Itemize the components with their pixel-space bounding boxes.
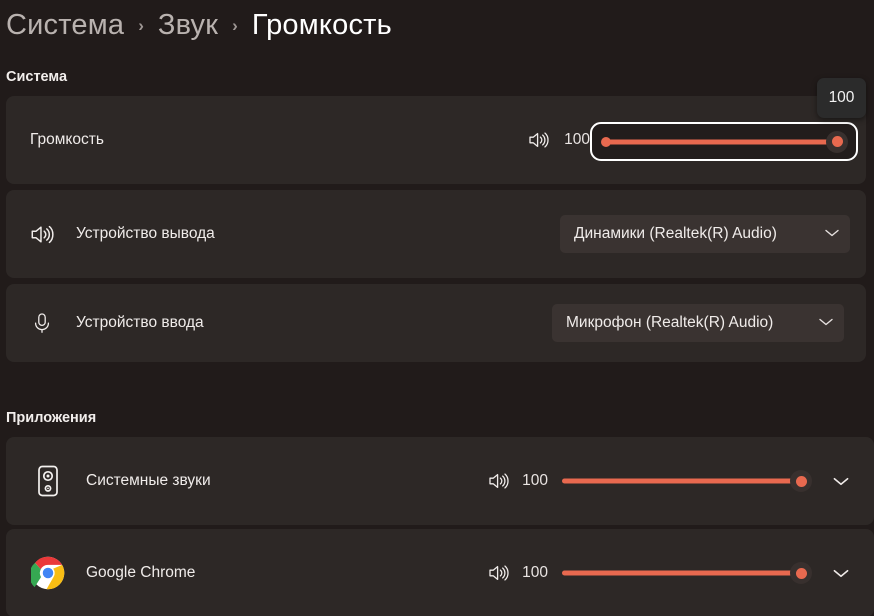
app-name-google-chrome: Google Chrome (86, 564, 196, 581)
volume-slider-start-cap (601, 136, 611, 147)
chevron-down-icon[interactable] (830, 470, 852, 492)
input-device-dropdown[interactable]: Микрофон (Realtek(R) Audio) (552, 304, 844, 342)
volume-tooltip-badge: 100 (817, 78, 866, 118)
input-device-label: Устройство ввода (76, 314, 204, 331)
input-device-selected-value: Микрофон (Realtek(R) Audio) (566, 314, 774, 331)
volume-value: 100 (564, 131, 590, 148)
output-device-selected-value: Динамики (Realtek(R) Audio) (574, 225, 777, 242)
sound-volume-settings-page: Система › Звук › Громкость Система Громк… (0, 0, 874, 616)
breadcrumb: Система › Звук › Громкость (6, 2, 392, 48)
section-label-apps: Приложения (6, 410, 97, 426)
volume-slider-thumb-dot (831, 136, 843, 147)
app-name-system-sounds: Системные звуки (86, 472, 211, 489)
output-device-card[interactable]: Устройство вывода Динамики (Realtek(R) A… (6, 190, 866, 278)
microphone-icon (28, 309, 56, 337)
volume-slider-thumb[interactable] (826, 130, 848, 153)
breadcrumb-separator: › (232, 16, 238, 35)
chevron-down-icon[interactable] (818, 314, 834, 332)
app-volume-value-system-sounds: 100 (522, 472, 548, 489)
app-volume-slider-google-chrome[interactable] (562, 561, 812, 585)
app-slider-thumb-dot (795, 567, 807, 579)
app-volume-value-google-chrome: 100 (522, 564, 548, 581)
app-volume-controls-system-sounds: 100 (486, 469, 852, 493)
volume-slider-track (604, 139, 844, 144)
speaker-wave-icon (28, 220, 56, 248)
volume-value-group: 100 (526, 96, 590, 184)
output-device-dropdown[interactable]: Динамики (Realtek(R) Audio) (560, 215, 850, 253)
chrome-logo-icon (30, 555, 66, 591)
breadcrumb-separator: › (138, 16, 144, 35)
chevron-down-icon[interactable] (830, 562, 852, 584)
output-device-label: Устройство вывода (76, 225, 215, 242)
app-slider-thumb[interactable] (790, 562, 812, 584)
app-slider-thumb[interactable] (790, 470, 812, 492)
breadcrumb-item-sound[interactable]: Звук (158, 9, 218, 42)
speaker-box-icon (30, 463, 66, 499)
app-slider-thumb-dot (795, 475, 807, 487)
volume-slider[interactable] (590, 122, 858, 161)
app-volume-slider-system-sounds[interactable] (562, 469, 812, 493)
app-row-google-chrome[interactable]: Google Chrome 100 (6, 529, 874, 616)
input-device-card[interactable]: Устройство ввода Микрофон (Realtek(R) Au… (6, 284, 866, 362)
volume-label: Громкость (30, 131, 104, 148)
app-slider-track (562, 570, 802, 576)
app-slider-track (562, 478, 802, 484)
breadcrumb-item-system[interactable]: Система (6, 9, 124, 42)
speaker-wave-icon (526, 129, 550, 151)
breadcrumb-item-volume: Громкость (251, 8, 392, 41)
speaker-wave-icon[interactable] (486, 470, 510, 492)
speaker-wave-icon[interactable] (486, 562, 510, 584)
chevron-down-icon[interactable] (824, 225, 840, 243)
app-row-system-sounds[interactable]: Системные звуки 100 (6, 437, 874, 525)
section-label-system: Система (6, 69, 68, 85)
app-volume-controls-google-chrome: 100 (486, 561, 852, 585)
